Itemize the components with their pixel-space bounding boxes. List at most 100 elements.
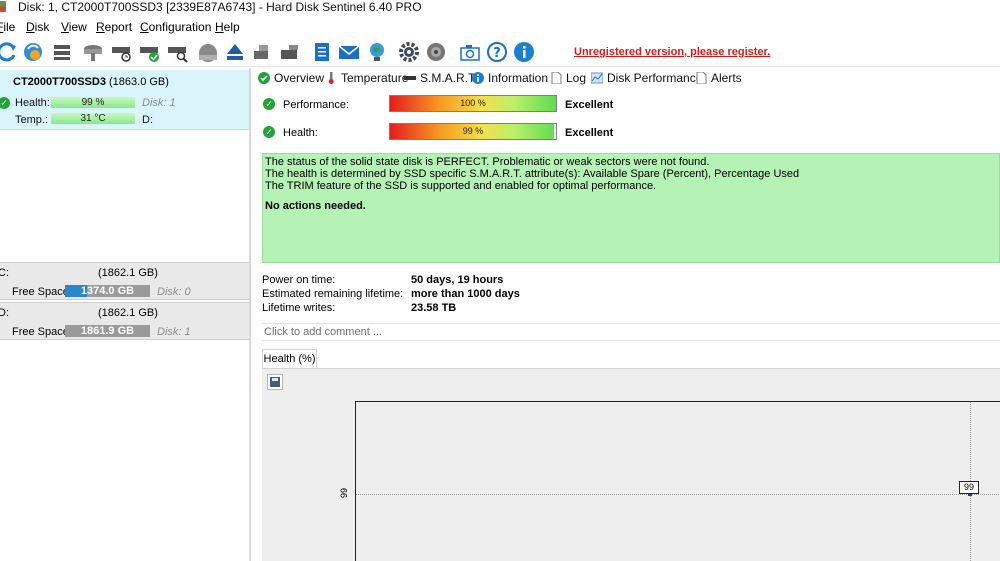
volume-size: (1862.1 GB): [98, 267, 158, 279]
status-action: No actions needed.: [265, 200, 366, 212]
tab-label: S.M.A.R.T.: [420, 71, 478, 85]
menu-help[interactable]: Help: [215, 20, 240, 34]
health-gauge-text: 99 %: [462, 126, 484, 136]
chart-plot-area: 99: [355, 401, 1000, 561]
status-line: The TRIM feature of the SSD is supported…: [265, 180, 657, 192]
tab-label: Log: [566, 71, 587, 85]
tab-bar: Overview Temperature S.M.A.R.T. Informat…: [253, 69, 1000, 89]
eject-icon[interactable]: [224, 41, 246, 63]
disk-test-icon[interactable]: [82, 41, 104, 63]
power-on-time-label: Power on time:: [262, 274, 336, 286]
free-space-bar: 1861.9 GB: [65, 325, 150, 337]
tab-smart[interactable]: S.M.A.R.T.: [404, 71, 477, 89]
menu-disk[interactable]: Disk: [26, 20, 49, 34]
performance-icon: [590, 72, 604, 84]
tab-temperature[interactable]: Temperature: [325, 71, 408, 89]
temp-drive: D:: [142, 114, 153, 126]
performance-gauge-text: 100 %: [460, 98, 486, 108]
y-tick-label: 99: [339, 488, 349, 499]
menu-report[interactable]: Report: [96, 20, 132, 34]
performance-label: Performance:: [283, 99, 350, 111]
disk-check-icon[interactable]: [138, 41, 160, 63]
temp-bar: 31 °C: [51, 113, 135, 124]
health-bar: 99 %: [51, 97, 135, 108]
tab-information[interactable]: Information: [472, 71, 548, 89]
refresh-icon[interactable]: [0, 41, 18, 63]
check-icon: ✓: [263, 98, 275, 110]
check-icon: [258, 72, 270, 84]
register-link[interactable]: Unregistered version, please register.: [574, 46, 770, 58]
menu-file[interactable]: File: [0, 20, 15, 34]
tab-label: Overview: [274, 71, 325, 85]
alerts-icon: [695, 71, 707, 85]
disk-info-icon[interactable]: [110, 41, 132, 63]
volume-c[interactable]: C: (1862.1 GB) Free Space 1374.0 GB Disk…: [0, 262, 249, 300]
check-icon: ✓: [0, 97, 10, 109]
tab-overview[interactable]: Overview: [258, 71, 325, 89]
health-rating: Excellent: [565, 127, 614, 139]
gridline: [356, 494, 1000, 495]
tab-log[interactable]: Log: [550, 71, 586, 89]
tab-label: Information: [488, 71, 549, 85]
tab-alerts[interactable]: Alerts: [695, 71, 742, 89]
thermometer-icon: [325, 72, 337, 84]
performance-rating: Excellent: [565, 99, 614, 111]
window-title: Disk: 1, CT2000T700SSD3 [2339E87A6743] -…: [18, 0, 422, 14]
usb-icon[interactable]: [251, 41, 273, 63]
svg-text:?: ?: [493, 46, 501, 61]
drive-icon[interactable]: [279, 41, 301, 63]
disk-search-icon[interactable]: [166, 41, 188, 63]
tab-health-chart[interactable]: Health (%): [262, 349, 317, 369]
status-description: The status of the solid state disk is PE…: [262, 153, 1000, 263]
save-chart-button[interactable]: [267, 374, 283, 390]
help-icon[interactable]: ?: [486, 41, 508, 63]
free-space-value: 1374.0 GB: [80, 285, 135, 297]
health-chart: 99 99: [262, 368, 1000, 561]
health-icon[interactable]: [197, 41, 219, 63]
sound-icon[interactable]: [425, 41, 447, 63]
comment-field[interactable]: Click to add comment ...: [262, 323, 1000, 341]
save-icon: [270, 377, 280, 387]
settings-icon[interactable]: [398, 41, 420, 63]
screenshot-icon[interactable]: [459, 41, 481, 63]
health-gauge: 99 %: [389, 123, 557, 140]
disk-name: CT2000T700SSD3 (1863.0 GB): [13, 76, 169, 88]
free-space-value: 1861.9 GB: [80, 325, 135, 337]
status-line: The status of the solid state disk is PE…: [265, 156, 710, 168]
smart-icon: [404, 72, 416, 84]
tab-disk-performance[interactable]: Disk Performance: [590, 71, 702, 89]
volume-disk-index: Disk: 0: [157, 286, 191, 298]
disk-list-panel: CT2000T700SSD3 (1863.0 GB) ✓ Health: 99 …: [0, 68, 251, 561]
tab-label: Temperature: [341, 71, 409, 85]
volume-size: (1862.1 GB): [98, 307, 158, 319]
data-label: 99: [959, 481, 979, 494]
lifetime-writes-label: Lifetime writes:: [262, 302, 336, 314]
update-icon[interactable]: [22, 41, 44, 63]
info-icon[interactable]: [513, 41, 535, 63]
menu-configuration[interactable]: Configuration: [140, 20, 211, 34]
disk-capacity: (1863.0 GB): [109, 76, 169, 88]
tab-label: Alerts: [711, 71, 742, 85]
temp-label: Temp.:: [15, 114, 49, 126]
volume-letter: C:: [0, 267, 9, 279]
disk-list-icon[interactable]: [51, 41, 73, 63]
health-label: Health:: [283, 127, 318, 139]
app-icon: [0, 1, 6, 12]
overview-panel: ✓ Performance: 100 % Excellent ✓ Health:…: [253, 90, 1000, 561]
disk-model: CT2000T700SSD3: [13, 76, 106, 88]
disk-card[interactable]: CT2000T700SSD3 (1863.0 GB) ✓ Health: 99 …: [0, 70, 249, 130]
network-icon[interactable]: [366, 41, 388, 63]
menu-view[interactable]: View: [61, 20, 87, 34]
toolbar: ? Unregistered version, please register.: [0, 37, 1000, 67]
free-space-label: Free Space: [12, 326, 69, 338]
report-icon[interactable]: [311, 41, 333, 63]
power-on-time-value: 50 days, 19 hours: [411, 274, 504, 286]
title-bar: Disk: 1, CT2000T700SSD3 [2339E87A6743] -…: [0, 0, 1000, 17]
email-icon[interactable]: [338, 41, 360, 63]
performance-gauge: 100 %: [389, 95, 557, 112]
lifetime-writes-value: 23.58 TB: [411, 302, 457, 314]
log-icon: [550, 71, 562, 85]
volume-d[interactable]: D: (1862.1 GB) Free Space 1861.9 GB Disk…: [0, 302, 249, 340]
menu-bar: File Disk View Report Configuration Help: [0, 17, 1000, 37]
volume-disk-index: Disk: 1: [157, 326, 191, 338]
